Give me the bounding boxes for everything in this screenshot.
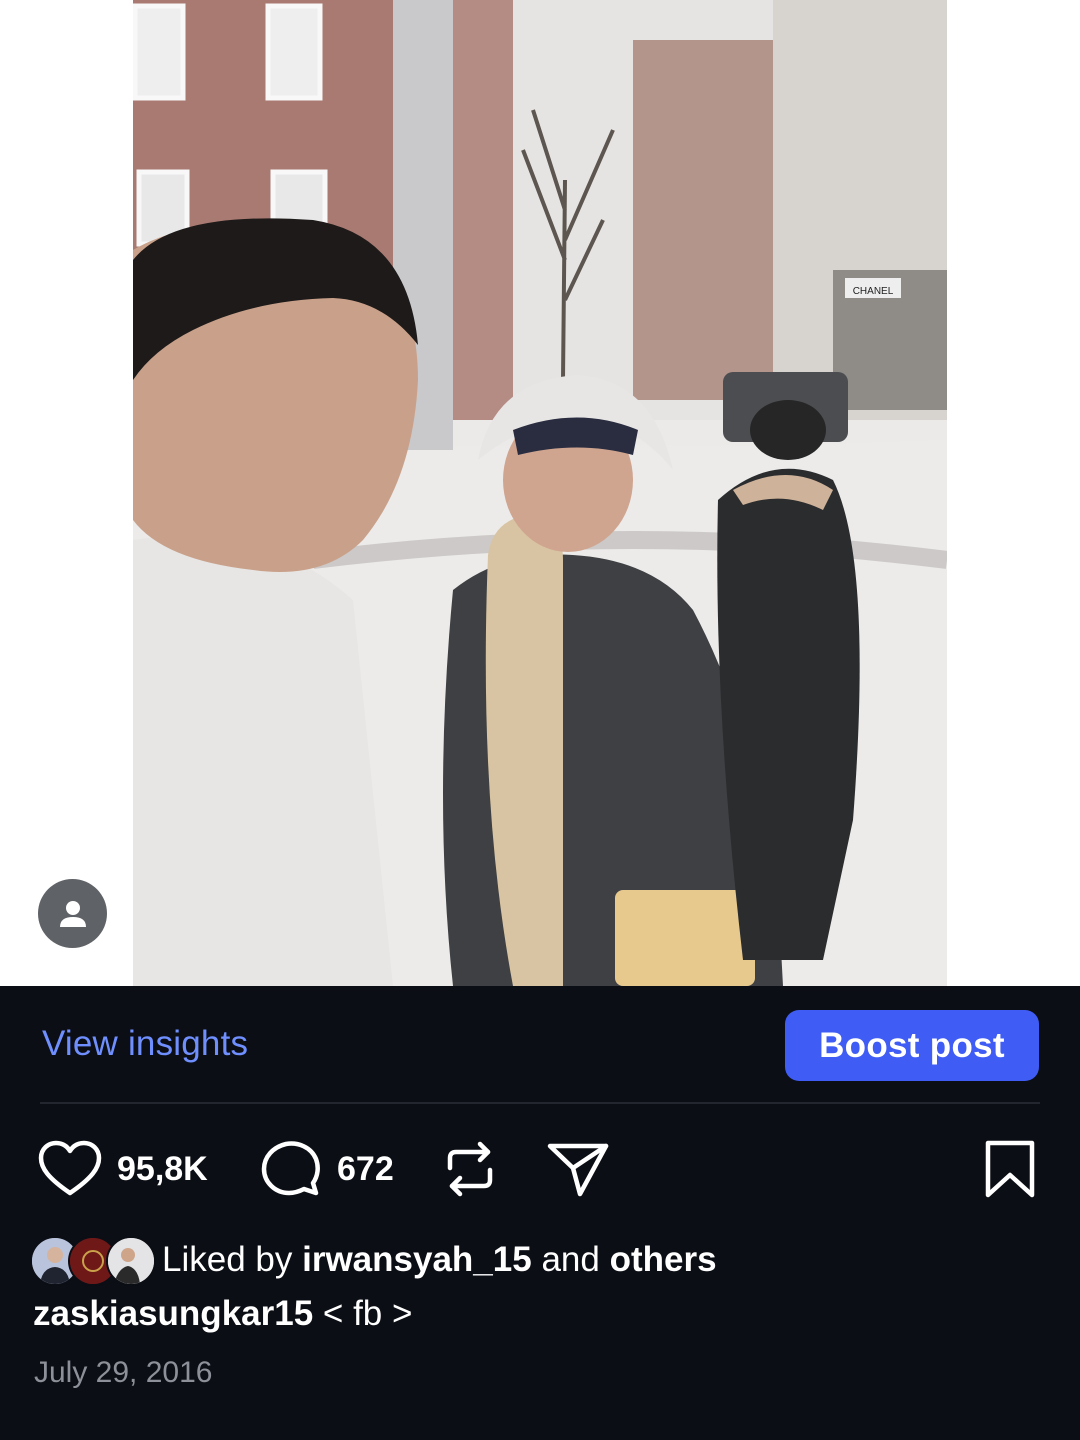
post-caption: zaskiasungkar15 < fb > [33,1294,412,1334]
post-photo-area[interactable]: CHANEL [0,0,1080,986]
liked-by-user[interactable]: irwansyah_15 [302,1240,532,1279]
user-tag-icon [59,900,86,927]
post-photo[interactable]: CHANEL [133,0,947,986]
liker-avatars[interactable] [30,1234,156,1286]
bookmark-button[interactable] [984,1139,1036,1204]
post-date: July 29, 2016 [34,1356,213,1389]
liked-by-prefix: Liked by [162,1240,293,1279]
likes-count[interactable]: 95,8K [117,1150,208,1189]
repost-button[interactable] [442,1138,498,1205]
comments-count[interactable]: 672 [337,1150,394,1189]
repost-icon [447,1141,493,1197]
liked-by-row[interactable]: Liked by irwansyah_15 and others [30,1234,1030,1286]
liked-by-connector: and [541,1240,600,1279]
comment-button[interactable] [261,1140,321,1203]
tag-people-button[interactable] [38,879,107,948]
bookmark-icon [985,1140,1035,1198]
post-photo-illustration: CHANEL [133,0,947,986]
share-icon [547,1143,609,1197]
caption-username[interactable]: zaskiasungkar15 [33,1294,313,1333]
liked-by-others[interactable]: others [610,1240,717,1279]
avatar[interactable] [106,1236,156,1286]
caption-text: < fb > [322,1294,413,1333]
liked-by-text[interactable]: Liked by irwansyah_15 and others [162,1240,717,1280]
store-sign: CHANEL [853,286,894,297]
share-button[interactable] [546,1138,610,1205]
like-button[interactable] [38,1140,102,1203]
divider [40,1102,1040,1104]
comment-icon [261,1141,320,1196]
boost-post-button[interactable]: Boost post [785,1010,1039,1081]
heart-icon [38,1140,102,1196]
view-insights-link[interactable]: View insights [42,1024,248,1064]
